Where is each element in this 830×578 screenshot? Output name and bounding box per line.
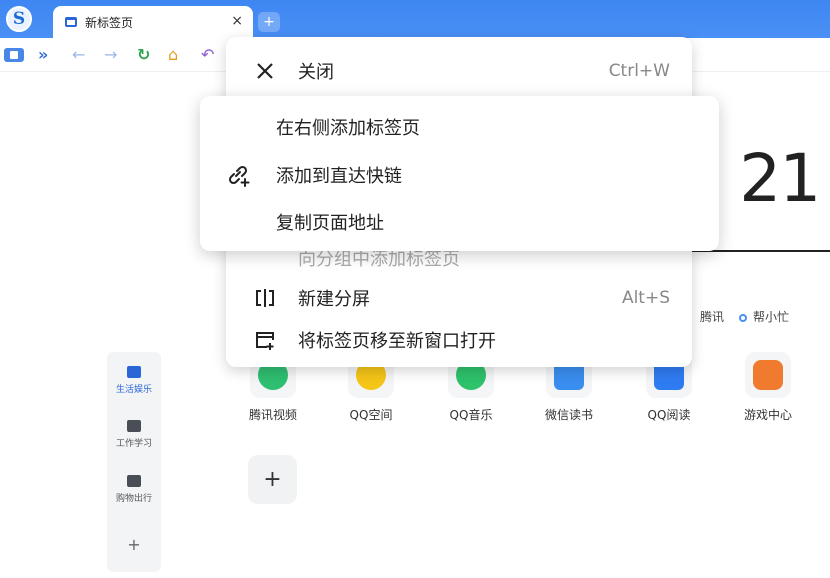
- submenu-label: 复制页面地址: [276, 213, 384, 234]
- submenu-item-add-right[interactable]: 在右侧添加标签页: [200, 105, 719, 149]
- menu-item-move-to-window[interactable]: 将标签页移至新窗口打开: [226, 320, 692, 360]
- tab-page-icon: [65, 17, 77, 27]
- browser-logo-icon[interactable]: S: [6, 6, 32, 32]
- app-label: QQ音乐: [449, 408, 493, 422]
- link-helper[interactable]: 帮小忙: [739, 308, 789, 325]
- tab-title: 新标签页: [85, 15, 134, 30]
- submenu-label: 添加到直达快链: [276, 166, 402, 187]
- category-work-study[interactable]: 工作学习: [107, 420, 161, 449]
- category-shopping-travel[interactable]: 购物出行: [107, 475, 161, 504]
- menu-label: 关闭: [298, 62, 334, 83]
- tab-close-icon[interactable]: ×: [231, 13, 243, 29]
- submenu-item-add-quicklink[interactable]: 添加到直达快链: [200, 153, 719, 197]
- home-icon[interactable]: ⌂: [168, 46, 178, 64]
- new-window-icon: [254, 329, 276, 351]
- sidebar-toggle-icon[interactable]: [4, 48, 24, 62]
- add-app-button[interactable]: +: [248, 455, 297, 504]
- category-label: 购物出行: [115, 494, 152, 504]
- menu-shortcut: Ctrl+W: [608, 61, 670, 81]
- app-game-center[interactable]: 游戏中心: [728, 352, 808, 423]
- add-submenu: 在右侧添加标签页 添加到直达快链 复制页面地址: [200, 96, 719, 251]
- app-label: 游戏中心: [743, 408, 792, 422]
- menu-shortcut: Alt+S: [621, 288, 670, 308]
- category-entertainment[interactable]: 生活娱乐: [107, 366, 161, 395]
- add-category-button[interactable]: +: [107, 535, 161, 554]
- menu-item-close[interactable]: 关闭 Ctrl+W: [226, 51, 692, 91]
- split-screen-icon: [254, 287, 276, 309]
- link-tencent[interactable]: 腾讯: [700, 308, 724, 325]
- menu-item-split-screen[interactable]: 新建分屏 Alt+S: [226, 278, 692, 318]
- category-nav: 生活娱乐 工作学习 购物出行 +: [107, 352, 161, 572]
- app-label: QQ空间: [349, 408, 393, 422]
- new-tab-button[interactable]: +: [258, 12, 280, 32]
- chevron-double-right-icon[interactable]: »: [38, 46, 48, 64]
- app-label: QQ阅读: [647, 408, 691, 422]
- back-icon[interactable]: ←: [72, 46, 85, 64]
- app-label: 腾讯视频: [248, 408, 297, 422]
- category-label: 工作学习: [115, 439, 152, 449]
- category-label: 生活娱乐: [115, 385, 152, 395]
- menu-label: 将标签页移至新窗口打开: [298, 331, 496, 352]
- app-label: 微信读书: [544, 408, 593, 422]
- submenu-item-copy-url[interactable]: 复制页面地址: [200, 200, 719, 244]
- refresh-icon[interactable]: ↻: [137, 46, 150, 64]
- submenu-label: 在右侧添加标签页: [276, 118, 420, 139]
- undo-icon[interactable]: ↶: [201, 46, 214, 64]
- game-controller-icon: [745, 352, 791, 398]
- link-add-icon: [226, 162, 252, 188]
- link-helper-label: 帮小忙: [753, 310, 790, 324]
- forward-icon[interactable]: →: [104, 46, 117, 64]
- tag-icon: [127, 475, 141, 487]
- helper-icon: [739, 313, 747, 322]
- entertainment-icon: [127, 366, 141, 378]
- tab-new-tab[interactable]: 新标签页 ×: [53, 6, 253, 38]
- briefcase-icon: [127, 420, 141, 432]
- close-icon: [254, 60, 276, 82]
- menu-label: 新建分屏: [298, 289, 370, 310]
- clock-minutes: 21: [739, 140, 821, 217]
- title-bar: S 新标签页 × +: [0, 0, 830, 38]
